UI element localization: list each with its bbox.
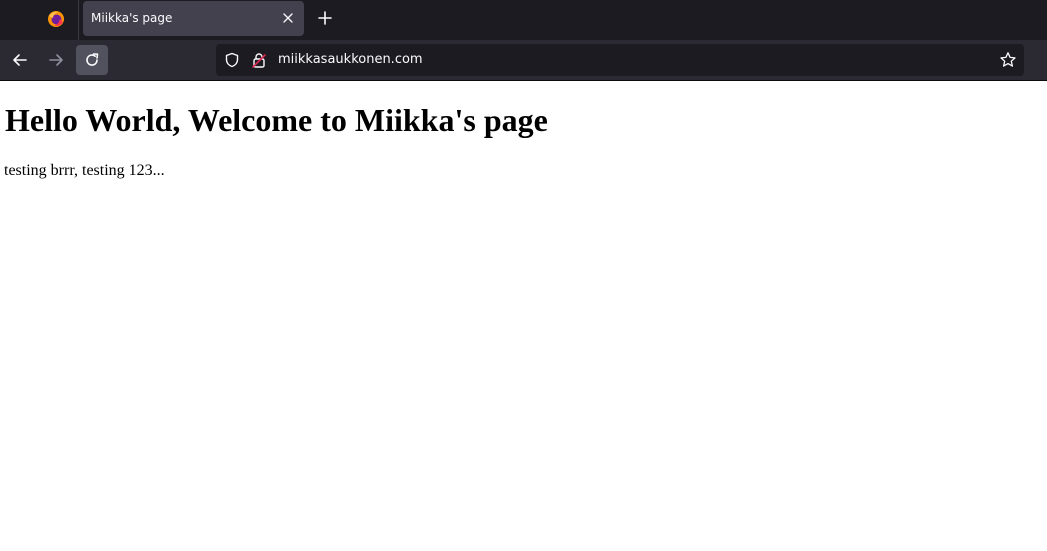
close-icon[interactable] bbox=[280, 10, 296, 26]
url-bar[interactable]: miikkasaukkonen.com bbox=[216, 44, 1024, 76]
arrow-right-icon[interactable] bbox=[40, 45, 72, 75]
page-paragraph: testing brrr, testing 123... bbox=[4, 162, 165, 179]
tab-title: Miikka's page bbox=[91, 11, 173, 25]
tab-strip: Miikka's page bbox=[0, 0, 1047, 40]
tab-strip-divider bbox=[78, 0, 79, 40]
reload-icon[interactable] bbox=[76, 45, 108, 75]
url-text[interactable]: miikkasaukkonen.com bbox=[278, 52, 423, 67]
browser-window: Miikka's page miikkasaukkonen.com Hello … bbox=[0, 0, 1047, 551]
star-icon[interactable] bbox=[998, 50, 1018, 70]
page-heading: Hello World, Welcome to Miikka's page bbox=[5, 102, 548, 138]
tab-active[interactable]: Miikka's page bbox=[83, 1, 304, 36]
navigation-toolbar: miikkasaukkonen.com bbox=[0, 40, 1047, 81]
firefox-logo-icon[interactable] bbox=[40, 4, 72, 34]
page-content: Hello World, Welcome to Miikka's page te… bbox=[0, 81, 1047, 551]
lock-icon[interactable] bbox=[251, 52, 267, 68]
arrow-left-icon[interactable] bbox=[4, 45, 36, 75]
plus-icon[interactable] bbox=[313, 6, 337, 30]
shield-icon[interactable] bbox=[224, 52, 240, 68]
